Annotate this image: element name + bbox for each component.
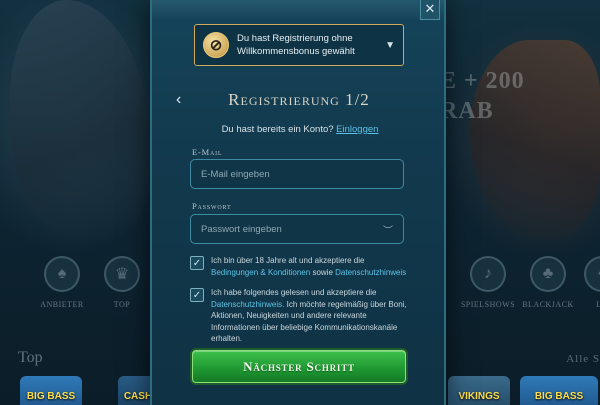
no-bonus-icon: ⊘	[203, 32, 229, 58]
email-field-wrapper	[190, 159, 404, 189]
category-partial[interactable]: ♦ La	[572, 256, 600, 309]
password-field[interactable]	[201, 223, 377, 235]
back-arrow-icon[interactable]: ‹	[176, 91, 190, 109]
mic-icon: ♪	[470, 256, 506, 292]
marketing-consent-text: Ich habe folgendes gelesen und akzeptier…	[211, 287, 410, 345]
email-field[interactable]	[201, 168, 393, 180]
terms-link[interactable]: Bedingungen & Konditionen	[211, 268, 310, 277]
mask-icon: ♠	[44, 256, 80, 292]
category-top[interactable]: ♛ Top	[92, 256, 152, 309]
eye-closed-icon[interactable]: ︶	[383, 222, 393, 237]
marketing-consent-checkbox[interactable]: ✓	[190, 288, 204, 302]
consent-text: Ich bin über 18 Jahre alt und akzeptiere…	[211, 256, 365, 265]
login-prompt: Du hast bereits ein Konto? Einloggen	[152, 124, 448, 135]
bonus-selector[interactable]: ⊘ Du hast Registrierung ohne Willkommens…	[194, 24, 404, 66]
age-consent-text: Ich bin über 18 Jahre alt und akzeptiere…	[211, 255, 410, 278]
category-anbieter[interactable]: ♠ Anbieter	[32, 256, 92, 309]
category-label: Top	[113, 300, 131, 309]
consent-text: Ich habe folgendes gelesen und akzeptier…	[211, 288, 377, 297]
age-consent-row: ✓ Ich bin über 18 Jahre alt und akzeptie…	[190, 255, 410, 278]
bonus-selector-text: Du hast Registrierung ohne Willkommensbo…	[237, 33, 355, 57]
next-step-button[interactable]: Nächster Schritt	[192, 350, 406, 383]
game-tile[interactable]: BIG BASS	[520, 376, 598, 405]
hero-character-left	[10, 0, 150, 240]
category-label: Spielshows	[460, 300, 516, 309]
promo-banner-text: E + 200 RAB	[440, 66, 525, 126]
section-title: Top	[18, 349, 43, 366]
crown-icon: ♛	[104, 256, 140, 292]
game-tile[interactable]: VIKINGS	[448, 376, 510, 405]
game-tile[interactable]: BIG BASS	[20, 376, 82, 405]
category-label: Blackjack	[522, 300, 574, 309]
promo-line-1: E + 200	[440, 68, 525, 94]
category-label: La	[596, 300, 600, 309]
chevron-down-icon: ▼	[385, 39, 395, 51]
marketing-consent-row: ✓ Ich habe folgendes gelesen und akzepti…	[190, 287, 410, 345]
login-link[interactable]: Einloggen	[336, 124, 378, 135]
password-field-wrapper: ︶	[190, 214, 404, 244]
login-prompt-text: Du hast bereits ein Konto?	[221, 124, 334, 135]
category-spielshows[interactable]: ♪ Spielshows	[458, 256, 518, 309]
consent-text: sowie	[312, 267, 333, 277]
category-blackjack[interactable]: ♣ Blackjack	[518, 256, 578, 309]
category-label: Anbieter	[40, 300, 84, 309]
email-label: E-Mail	[192, 147, 223, 157]
show-all-link[interactable]: Alle S	[566, 353, 600, 365]
age-consent-checkbox[interactable]: ✓	[190, 256, 204, 270]
password-label: Passwort	[192, 201, 232, 211]
page-title: Registrierung 1/2	[228, 90, 370, 109]
close-button[interactable]: ✕	[420, 0, 440, 20]
registration-modal: ✕ ⊘ Du hast Registrierung ohne Willkomme…	[150, 0, 446, 405]
privacy-link[interactable]: Datenschutzhinweis.	[211, 300, 284, 309]
promo-line-2: RAB	[440, 98, 494, 124]
card-icon: ♦	[584, 256, 600, 292]
cards-icon: ♣	[530, 256, 566, 292]
privacy-link[interactable]: Datenschutzhinweis	[335, 268, 406, 277]
